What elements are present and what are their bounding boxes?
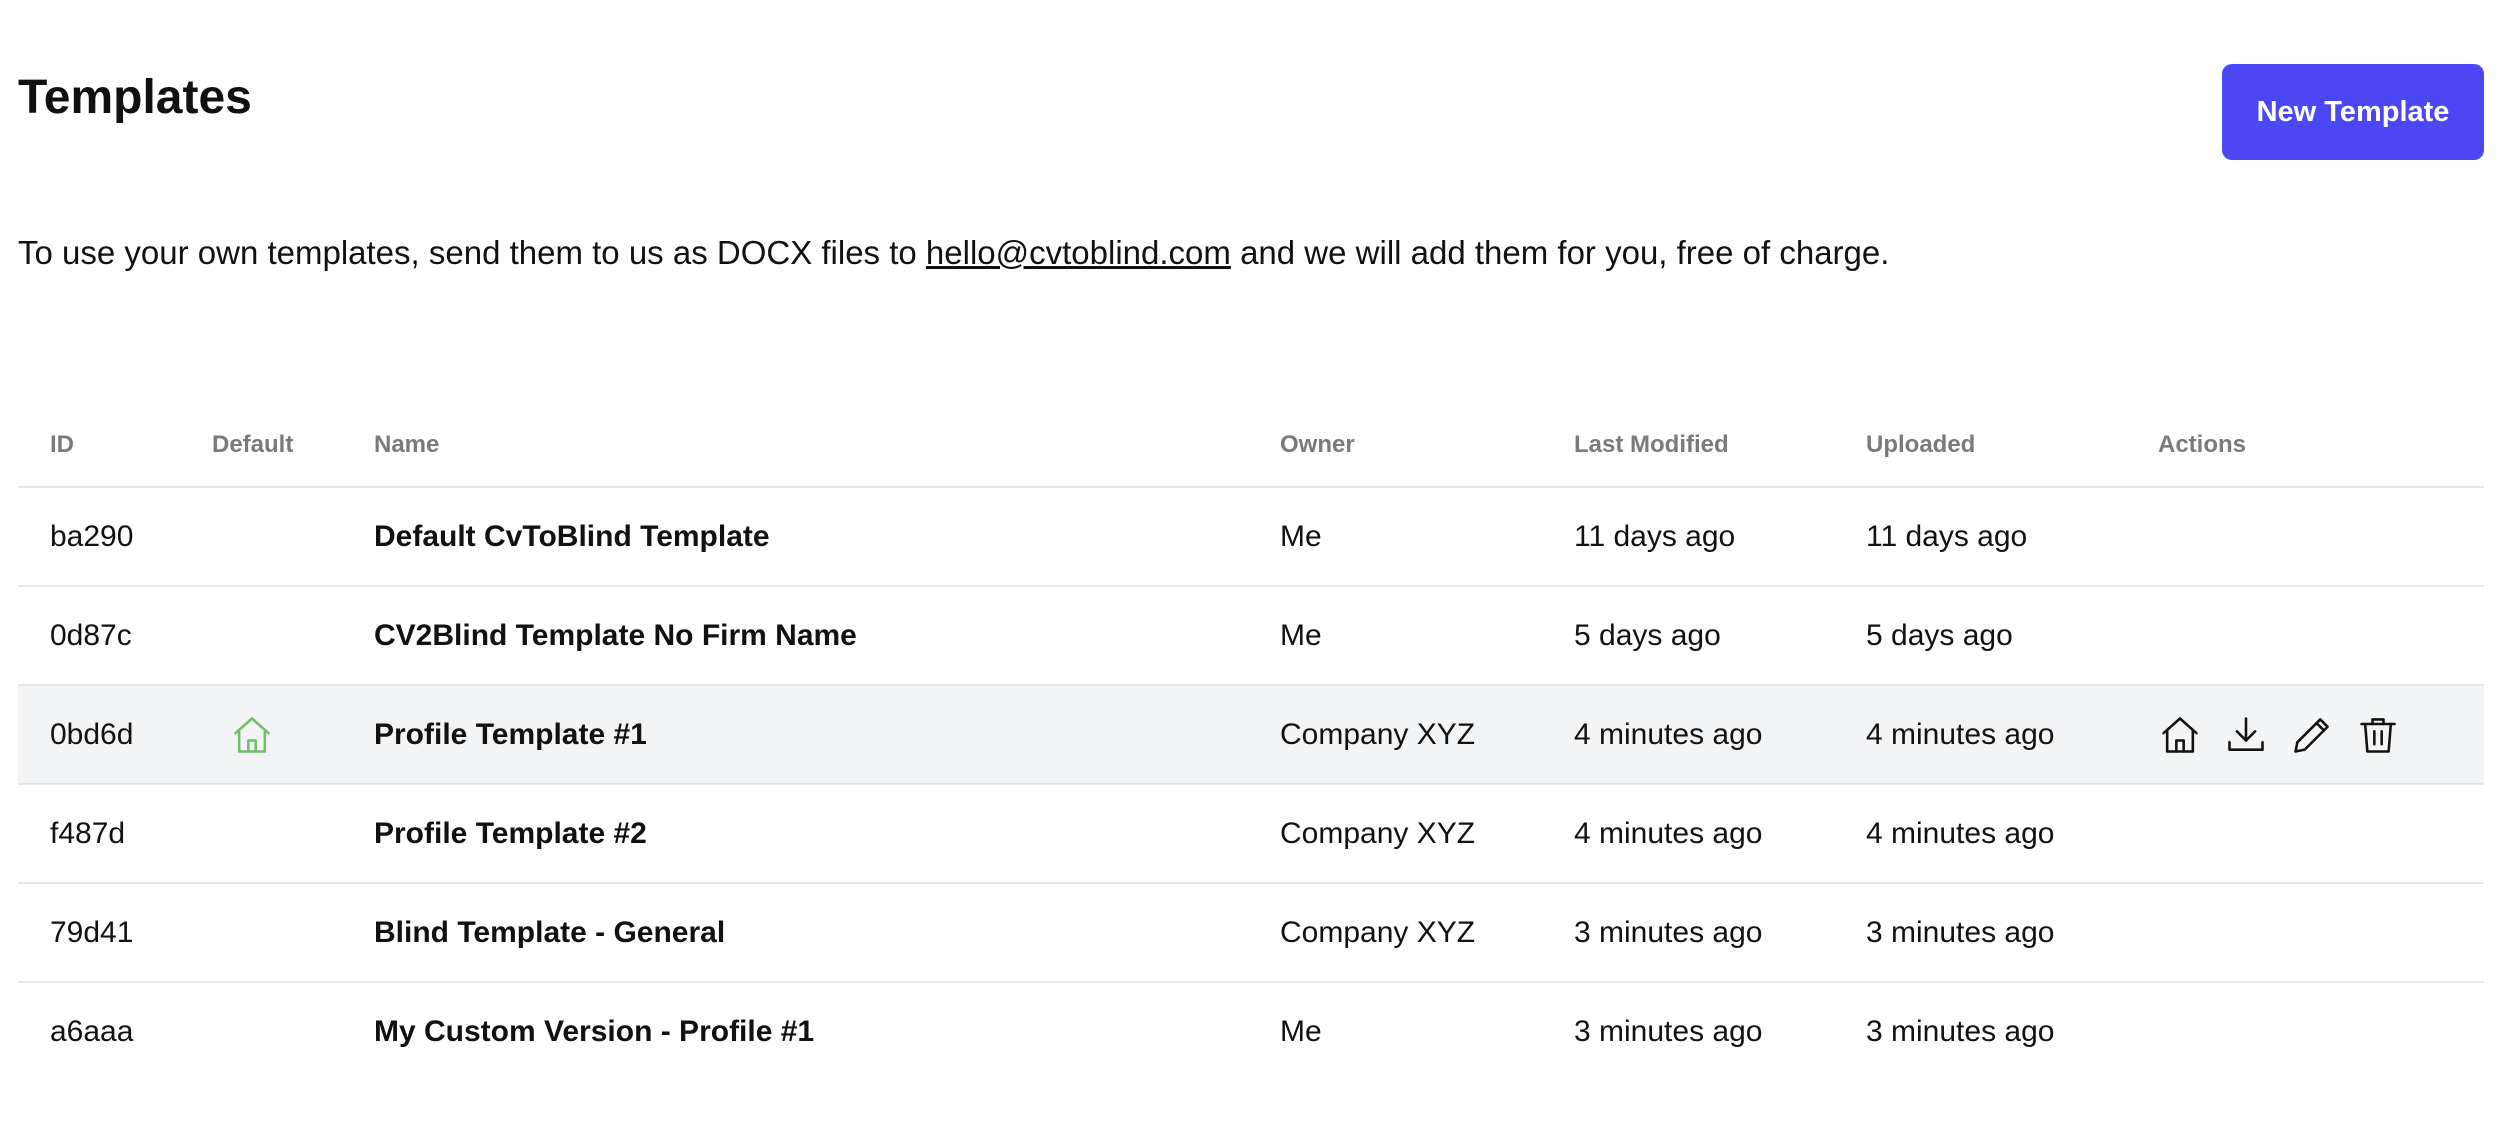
- pencil-icon[interactable]: [2290, 713, 2334, 757]
- intro-text-before: To use your own templates, send them to …: [18, 234, 926, 271]
- table-header: ID Default Name Owner Last Modified Uplo…: [18, 400, 2484, 488]
- cell-uploaded: 3 minutes ago: [1866, 1015, 2055, 1048]
- table-row[interactable]: 0d87c CV2Blind Template No Firm Name Me …: [18, 587, 2484, 686]
- set-default-home-icon[interactable]: [2158, 713, 2202, 757]
- cell-owner: Company XYZ: [1280, 817, 1476, 850]
- row-actions: [2158, 686, 2400, 783]
- cell-owner: Company XYZ: [1280, 916, 1476, 949]
- download-icon[interactable]: [2224, 713, 2268, 757]
- intro-text: To use your own templates, send them to …: [18, 228, 1889, 278]
- contact-email-link[interactable]: hello@cvtoblind.com: [926, 234, 1231, 271]
- cell-uploaded: 3 minutes ago: [1866, 916, 2055, 949]
- cell-name: Profile Template #1: [374, 718, 647, 751]
- new-template-button[interactable]: New Template: [2222, 64, 2484, 160]
- cell-uploaded: 4 minutes ago: [1866, 718, 2055, 751]
- cell-id: ba290: [50, 520, 134, 553]
- cell-name: Profile Template #2: [374, 817, 647, 850]
- column-header-owner: Owner: [1280, 431, 1355, 458]
- cell-last-modified: 5 days ago: [1574, 619, 1721, 652]
- cell-last-modified: 11 days ago: [1574, 520, 1736, 553]
- cell-uploaded: 5 days ago: [1866, 619, 2013, 652]
- cell-id: 79d41: [50, 916, 134, 949]
- cell-id: a6aaa: [50, 1015, 134, 1048]
- cell-id: f487d: [50, 817, 126, 850]
- trash-icon[interactable]: [2356, 713, 2400, 757]
- cell-owner: Me: [1280, 619, 1322, 652]
- cell-id: 0bd6d: [50, 718, 134, 751]
- cell-owner: Me: [1280, 1015, 1322, 1048]
- table-row-hovered[interactable]: 0bd6d Profile Template #1 Company XYZ 4 …: [18, 686, 2484, 785]
- cell-last-modified: 4 minutes ago: [1574, 817, 1763, 850]
- column-header-id: ID: [50, 431, 74, 458]
- cell-name: Default CvToBlind Template: [374, 520, 770, 553]
- table-row[interactable]: 79d41 Blind Template - General Company X…: [18, 884, 2484, 983]
- cell-name: Blind Template - General: [374, 916, 726, 949]
- templates-table: ID Default Name Owner Last Modified Uplo…: [18, 400, 2484, 1080]
- intro-text-after: and we will add them for you, free of ch…: [1230, 234, 1890, 271]
- cell-uploaded: 11 days ago: [1866, 520, 2028, 553]
- column-header-actions: Actions: [2158, 431, 2247, 458]
- table-row[interactable]: f487d Profile Template #2 Company XYZ 4 …: [18, 785, 2484, 884]
- cell-name: My Custom Version - Profile #1: [374, 1015, 815, 1048]
- table-row[interactable]: ba290 Default CvToBlind Template Me 11 d…: [18, 488, 2484, 587]
- cell-owner: Company XYZ: [1280, 718, 1476, 751]
- cell-last-modified: 3 minutes ago: [1574, 916, 1763, 949]
- cell-last-modified: 4 minutes ago: [1574, 718, 1763, 751]
- cell-uploaded: 4 minutes ago: [1866, 817, 2055, 850]
- table-row[interactable]: a6aaa My Custom Version - Profile #1 Me …: [18, 983, 2484, 1080]
- column-header-last-modified: Last Modified: [1574, 431, 1729, 458]
- cell-owner: Me: [1280, 520, 1322, 553]
- column-header-uploaded: Uploaded: [1866, 431, 1976, 458]
- default-home-icon: [230, 686, 274, 783]
- column-header-name: Name: [374, 431, 440, 458]
- page-title: Templates: [18, 71, 252, 124]
- column-header-default: Default: [212, 431, 294, 458]
- cell-name: CV2Blind Template No Firm Name: [374, 619, 857, 652]
- cell-last-modified: 3 minutes ago: [1574, 1015, 1763, 1048]
- cell-id: 0d87c: [50, 619, 132, 652]
- table-body: ba290 Default CvToBlind Template Me 11 d…: [18, 488, 2484, 1080]
